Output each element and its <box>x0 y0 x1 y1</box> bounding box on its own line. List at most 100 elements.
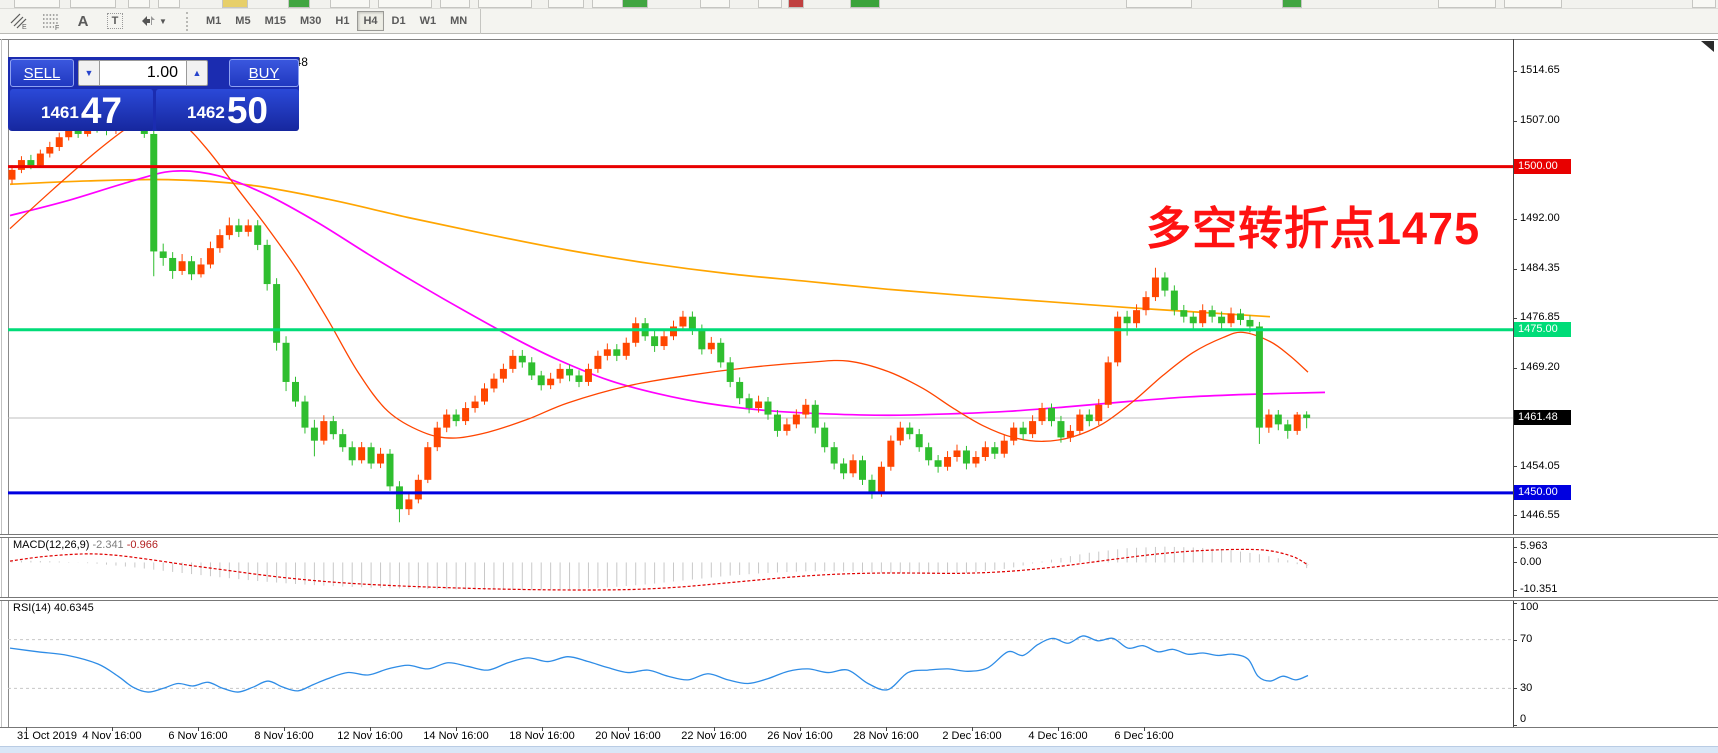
time-axis-tick <box>112 727 113 731</box>
toolbar-partial-button[interactable] <box>700 0 730 8</box>
rsi-axis-tick <box>1513 640 1517 641</box>
price-axis-badge: 1450.00 <box>1514 485 1571 500</box>
time-axis-label: 22 Nov 16:00 <box>669 730 759 742</box>
price-axis-label: 1454.05 <box>1520 460 1560 473</box>
arrows-dropdown-caret-icon[interactable]: ▼ <box>159 17 167 26</box>
rsi-axis-tick <box>1513 725 1517 726</box>
toolbar-partial-button[interactable] <box>622 0 648 8</box>
toolbar-partial-button[interactable] <box>1504 0 1562 8</box>
buy-price-pips: 50 <box>227 91 268 131</box>
timeframe-button-m30[interactable]: M30 <box>294 11 327 31</box>
toolbar-partial-button[interactable] <box>1438 0 1496 8</box>
toolbar-separator <box>186 12 191 31</box>
timeframe-button-m15[interactable]: M15 <box>259 11 292 31</box>
svg-text:F: F <box>55 25 59 30</box>
volume-increase-button[interactable]: ▲ <box>186 60 208 86</box>
time-axis-tick <box>886 727 887 731</box>
time-axis-label: 2 Dec 16:00 <box>927 730 1017 742</box>
time-axis-label: 14 Nov 16:00 <box>411 730 501 742</box>
time-axis-label: 28 Nov 16:00 <box>841 730 931 742</box>
price-axis-tick <box>1513 71 1517 72</box>
time-axis-tick <box>370 727 371 731</box>
price-axis-label: 1492.00 <box>1520 212 1560 225</box>
time-axis-label: 8 Nov 16:00 <box>239 730 329 742</box>
sell-price-tile[interactable]: 146147 <box>10 89 153 131</box>
time-axis-tick <box>714 727 715 731</box>
timeframe-button-m5[interactable]: M5 <box>229 11 256 31</box>
macd-axis-tick <box>1513 562 1517 563</box>
toolbar-partial-button[interactable] <box>1692 0 1716 8</box>
rsi-panel[interactable] <box>8 601 1513 727</box>
timeframe-button-w1[interactable]: W1 <box>414 11 443 31</box>
price-axis-tick <box>1513 121 1517 122</box>
chart-shift-marker-icon[interactable] <box>1701 41 1714 52</box>
time-axis-label: 26 Nov 16:00 <box>755 730 845 742</box>
toolbar-partial-button[interactable] <box>548 0 584 8</box>
time-axis-label: 20 Nov 16:00 <box>583 730 673 742</box>
text-label-icon[interactable]: A <box>70 11 96 32</box>
toolbar-partial-button[interactable] <box>758 0 782 8</box>
rsi-value: 40.6345 <box>54 602 94 614</box>
toolbar-partial-button[interactable] <box>1282 0 1302 8</box>
toolbar-partial-button[interactable] <box>288 0 310 8</box>
toolbar-partial-button[interactable] <box>788 0 804 8</box>
toolbar-partial-button[interactable] <box>128 0 150 8</box>
equidistant-channel-icon[interactable]: E <box>6 11 32 32</box>
toolbar-partial-button[interactable] <box>440 0 470 8</box>
toolbar-partial-button[interactable] <box>14 0 60 8</box>
chart-annotation-text: 多空转折点1475 <box>1146 192 1480 257</box>
triangle-down-icon: ▼ <box>85 68 94 78</box>
rsi-axis-tick <box>1513 603 1517 604</box>
ma-slow-line <box>10 179 1270 316</box>
buy-button[interactable]: BUY <box>229 59 299 87</box>
top-partial-toolbar <box>0 0 1718 9</box>
volume-decrease-button[interactable]: ▼ <box>78 60 100 86</box>
macd-axis-label: 5.963 <box>1520 540 1548 553</box>
toolbar-partial-button[interactable] <box>70 0 116 8</box>
time-axis-tick <box>628 727 629 731</box>
toolbar-partial-button[interactable] <box>478 0 532 8</box>
buy-price-tile[interactable]: 146250 <box>156 89 299 131</box>
time-axis-label: 6 Dec 16:00 <box>1099 730 1189 742</box>
sell-button[interactable]: SELL <box>10 59 74 87</box>
timeframe-button-m1[interactable]: M1 <box>200 11 227 31</box>
macd-panel[interactable] <box>8 538 1513 597</box>
macd-signal-value: -0.966 <box>127 539 158 551</box>
toolbar-partial-button[interactable] <box>222 0 248 8</box>
toolbar-partial-button[interactable] <box>1126 0 1192 8</box>
price-axis-line <box>1513 39 1514 727</box>
macd-label: MACD(12,26,9) <box>13 539 89 551</box>
sell-price-pips: 47 <box>81 91 122 131</box>
volume-input[interactable] <box>100 60 186 86</box>
text-box-icon[interactable]: T <box>102 11 128 32</box>
price-axis-badge: 1475.00 <box>1514 322 1571 337</box>
window-bottom-strip <box>0 746 1718 753</box>
main-toolbar: E F A T ▼ M1M5M15M30H1H4D1W1MN <box>0 9 1718 34</box>
price-axis-tick <box>1513 269 1517 270</box>
time-axis-tick <box>1058 727 1059 731</box>
one-click-trading-panel: SELL ▼ ▲ BUY 146147 146250 <box>8 57 299 131</box>
price-axis-tick <box>1513 318 1517 319</box>
toolbar-partial-button[interactable] <box>850 0 880 8</box>
toolbar-partial-button[interactable] <box>330 0 370 8</box>
timeframe-button-d1[interactable]: D1 <box>386 11 412 31</box>
price-axis-tick <box>1513 219 1517 220</box>
macd-axis-tick <box>1513 547 1517 548</box>
time-axis-label: 4 Dec 16:00 <box>1013 730 1103 742</box>
svg-text:E: E <box>22 24 27 30</box>
fibonacci-icon[interactable]: F <box>38 11 64 32</box>
rsi-axis-tick <box>1513 688 1517 689</box>
macd-axis-tick <box>1513 590 1517 591</box>
price-axis-label: 1446.55 <box>1520 509 1560 522</box>
panel-splitter <box>0 727 1718 728</box>
timeframe-button-h4[interactable]: H4 <box>357 11 383 31</box>
time-axis-tick <box>1144 727 1145 731</box>
arrows-tool-icon[interactable]: ▼ <box>134 11 172 32</box>
price-axis-label: 1484.35 <box>1520 262 1560 275</box>
toolbar-partial-button[interactable] <box>378 0 432 8</box>
timeframe-button-mn[interactable]: MN <box>444 11 473 31</box>
chart-window: ▲XAUUSD-,H4 1460.23 1461.95 1459.92 1461… <box>0 35 1718 753</box>
timeframe-button-h1[interactable]: H1 <box>329 11 355 31</box>
toolbar-partial-button[interactable] <box>158 0 180 8</box>
rsi-axis-label: 70 <box>1520 633 1532 646</box>
